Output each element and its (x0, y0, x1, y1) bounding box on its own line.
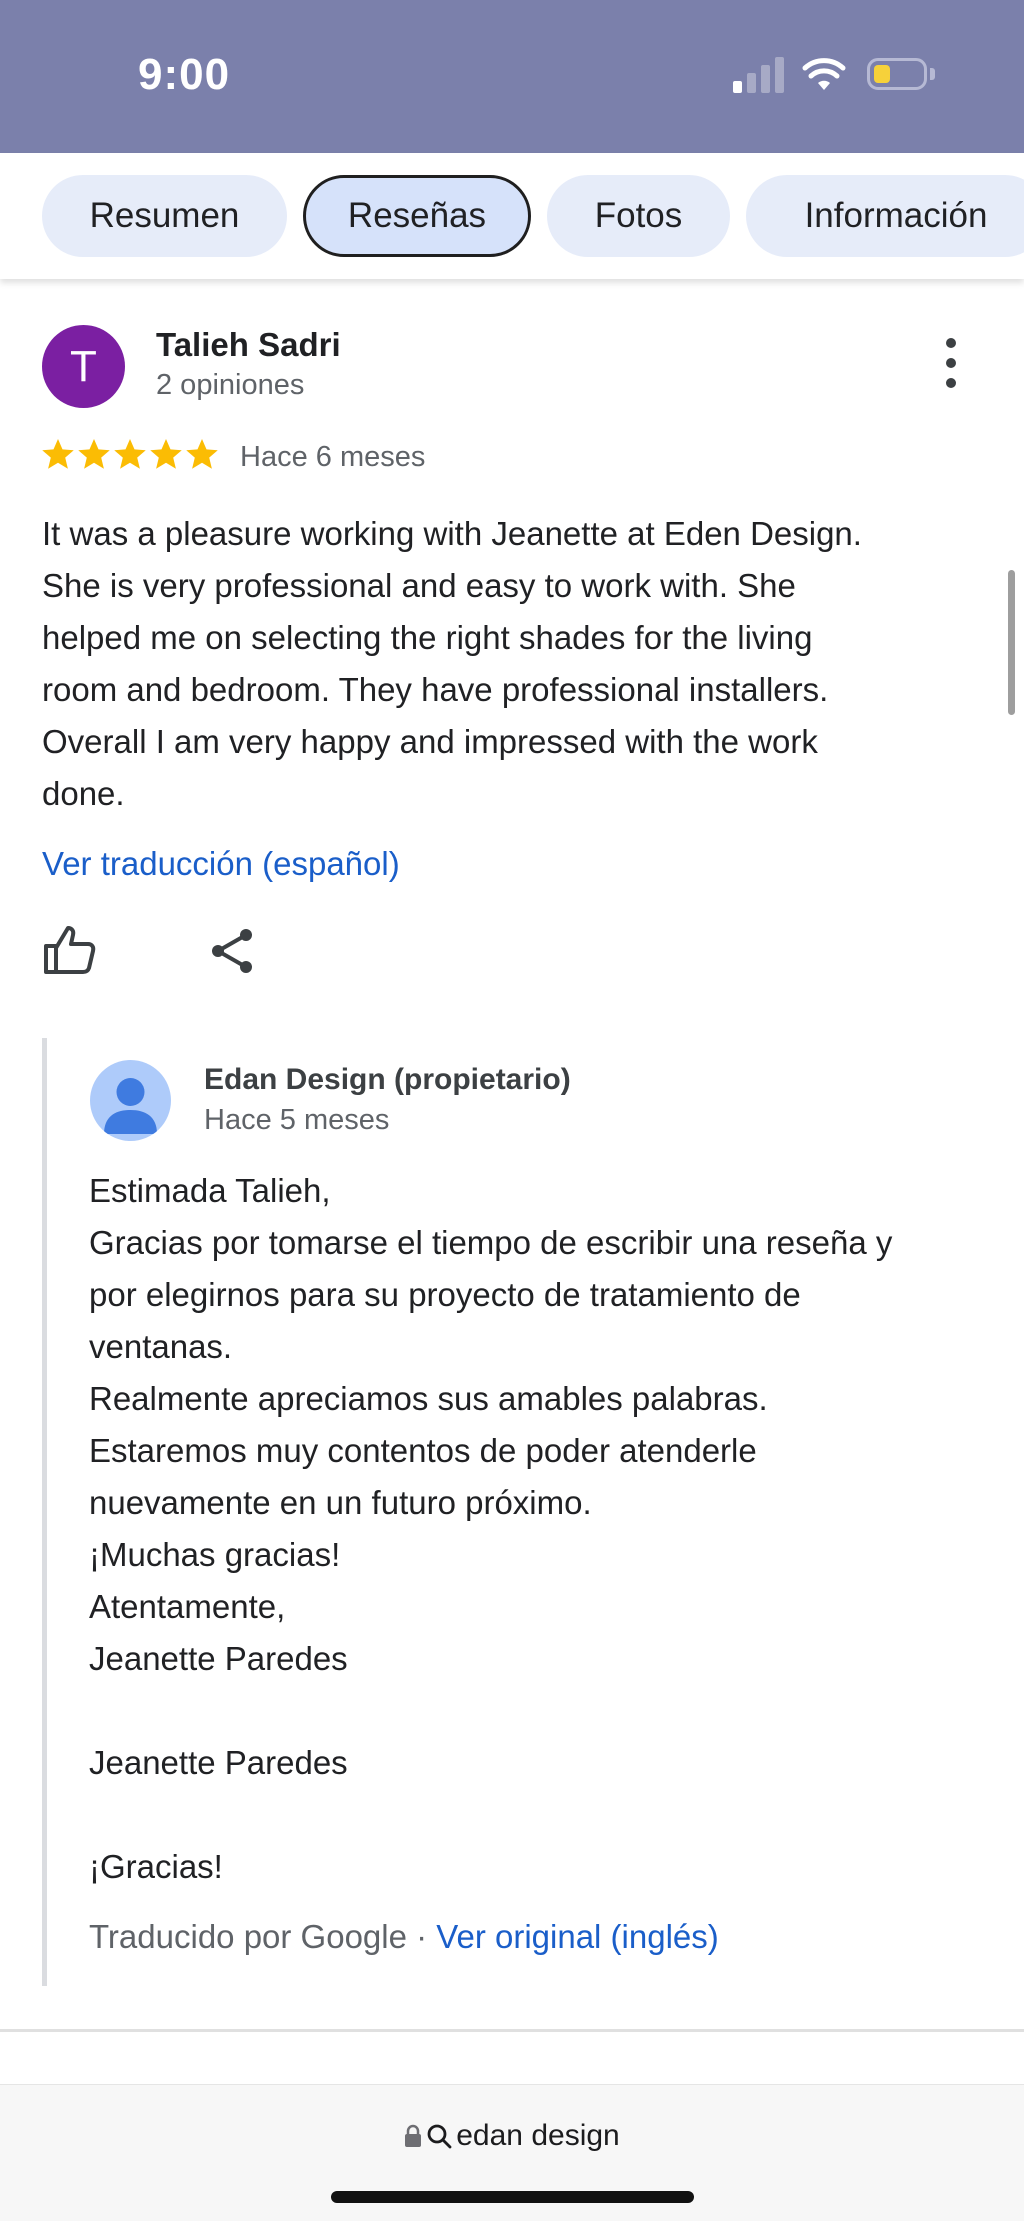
battery-icon (867, 58, 927, 90)
tab-bar: Resumen Reseñas Fotos Información (0, 153, 1024, 279)
share-icon[interactable] (208, 926, 258, 976)
tab-resenas[interactable]: Reseñas (303, 175, 531, 257)
star-icon (42, 439, 74, 469)
see-translation-link[interactable]: Ver traducción (español) (42, 845, 400, 883)
separator: · (406, 1918, 437, 1955)
owner-name: Edan Design (propietario) (204, 1063, 571, 1096)
owner-avatar (90, 1060, 171, 1141)
more-vert-icon[interactable] (936, 338, 966, 390)
search-icon (427, 2124, 452, 2149)
wifi-icon (802, 58, 846, 90)
status-bar: 9:00 (0, 0, 1024, 153)
tab-informacion[interactable]: Información (746, 175, 1024, 257)
status-time: 9:00 (138, 50, 231, 99)
scrollbar-thumb[interactable] (1008, 570, 1015, 715)
search-query-text: edan design (456, 2119, 620, 2152)
section-divider (0, 2029, 1024, 2032)
tab-resumen[interactable]: Resumen (42, 175, 287, 257)
owner-reply-text: Estimada Talieh, Gracias por tomarse el … (89, 1172, 893, 1885)
thumb-up-icon[interactable] (40, 920, 100, 980)
tab-fotos[interactable]: Fotos (547, 175, 730, 257)
reviewer-avatar[interactable]: T (42, 325, 125, 408)
reply-indent-bar (42, 1038, 47, 1986)
star-icon (114, 439, 146, 469)
star-icon (150, 439, 182, 469)
review-text: It was a pleasure working with Jeanette … (42, 515, 862, 812)
star-icon (78, 439, 110, 469)
home-indicator[interactable] (331, 2191, 694, 2203)
lock-icon (405, 2124, 422, 2147)
see-original-link[interactable]: Ver original (inglés) (436, 1918, 718, 1955)
star-icon (186, 439, 218, 469)
owner-reply-date: Hace 5 meses (204, 1104, 390, 1136)
translation-footer: Traducido por Google · Ver original (ing… (89, 1918, 719, 1956)
review-date: Hace 6 meses (240, 441, 426, 473)
reviewer-review-count: 2 opiniones (156, 369, 305, 401)
star-rating (40, 436, 220, 476)
browser-bottom-bar: edan design (0, 2084, 1024, 2221)
person-icon (104, 1078, 157, 1134)
address-bar[interactable]: edan design (0, 2119, 1024, 2153)
battery-tip (930, 68, 935, 80)
cellular-signal-icon (733, 57, 785, 93)
reviewer-name[interactable]: Talieh Sadri (156, 326, 341, 364)
translated-by-label: Traducido por Google (89, 1918, 407, 1955)
